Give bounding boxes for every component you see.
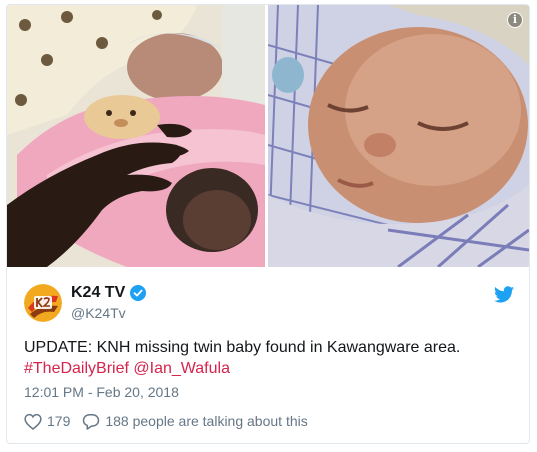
k24-logo-icon	[24, 284, 62, 322]
talking-about-text: 188 people are talking about this	[105, 413, 308, 429]
tweet-actions: 179 188 people are talking about this	[24, 410, 320, 432]
tweet-timestamp[interactable]: 12:01 PM - Feb 20, 2018	[24, 384, 179, 400]
display-name[interactable]: K24 TV	[71, 284, 147, 302]
tweet-header: K24 TV @K24Tv	[24, 282, 514, 324]
like-count: 179	[47, 413, 71, 429]
display-name-text[interactable]: K24 TV	[71, 284, 125, 302]
photo-sleeping-baby[interactable]: i	[268, 5, 529, 267]
tweet-text: UPDATE: KNH missing twin baby found in K…	[24, 337, 514, 379]
user-handle[interactable]: @K24Tv	[71, 305, 126, 321]
tweet-card[interactable]: i K24 TV @K24Tv UPDATE: KNH missing twin…	[6, 4, 530, 444]
like-button[interactable]: 179	[24, 413, 70, 430]
conversation-button[interactable]: 188 people are talking about this	[82, 413, 308, 430]
mention-link[interactable]: @Ian_Wafula	[133, 360, 230, 377]
twitter-bird-icon[interactable]	[494, 286, 514, 303]
hashtag-link[interactable]: #TheDailyBrief	[24, 360, 129, 377]
tweet-text-links: #TheDailyBrief @Ian_Wafula	[24, 358, 514, 379]
avatar[interactable]	[24, 284, 62, 322]
tweet-text-main: UPDATE: KNH missing twin baby found in K…	[24, 339, 461, 356]
heart-icon	[24, 413, 42, 430]
speech-bubble-icon	[83, 413, 100, 430]
info-icon[interactable]: i	[507, 12, 523, 28]
tweet-media[interactable]: i	[7, 5, 529, 267]
photo-twins[interactable]	[7, 5, 265, 267]
verified-badge-icon	[130, 285, 147, 301]
